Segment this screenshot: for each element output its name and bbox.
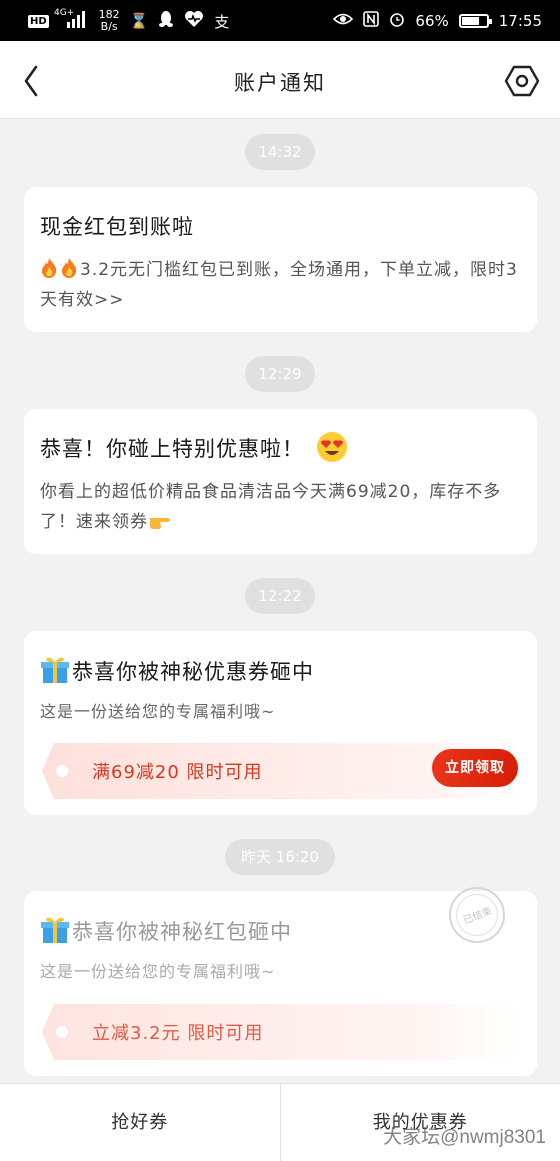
pointing-hand-icon [150, 518, 170, 529]
fire-icon [60, 257, 78, 279]
card-title-text: 恭喜你被神秘优惠券砸中 [72, 660, 314, 684]
card-title: 现金红包到账啦 [40, 215, 194, 239]
page-title: 账户通知 [234, 71, 326, 95]
health-heart-icon [184, 10, 204, 32]
speed-unit: B/s [100, 20, 118, 33]
nav-bar: 账户通知 [0, 41, 560, 119]
message-time: 昨天 16:20 [225, 839, 335, 875]
heart-eyes-emoji-icon [316, 432, 347, 462]
claim-coupon-button[interactable]: 立即领取 [432, 749, 518, 787]
qq-icon [158, 10, 174, 32]
coupon-card[interactable]: 恭喜你被神秘优惠券砸中 这是一份送给您的专属福利哦~ 满69减20 限时可用 立… [24, 631, 537, 815]
message-time: 12:22 [245, 578, 315, 614]
settings-hexagon-icon [504, 65, 540, 97]
notification-card[interactable]: 现金红包到账啦 3.2元无门槛红包已到账，全场通用，下单立减，限时3天有效>> [24, 187, 537, 332]
network-type: 4G+ [54, 8, 75, 18]
card-body: 你看上的超低价精品食品清洁品今天满69减20，库存不多了！速来领券 [40, 477, 519, 537]
card-title-text: 恭喜你被神秘红包砸中 [72, 920, 292, 944]
tab-grab-coupons[interactable]: 抢好券 [0, 1084, 280, 1161]
card-title: 恭喜你被神秘优惠券砸中 [40, 655, 314, 686]
coupon-hole [56, 1026, 68, 1038]
network-speed: 182 B/s [99, 9, 120, 33]
notification-card[interactable]: 恭喜！你碰上特别优惠啦！ 你看上的超低价精品食品清洁品今天满69减20，库存不多… [24, 409, 537, 554]
nfc-icon [363, 11, 380, 31]
eye-icon [333, 12, 354, 30]
message-time: 12:29 [245, 356, 315, 392]
card-body: 3.2元无门槛红包已到账，全场通用，下单立减，限时3天有效>> [40, 255, 519, 315]
coupon-card-expired[interactable]: 已结束 恭喜你被神秘红包砸中 这是一份送给您的专属福利哦~ 立减3.2元 限时可… [24, 887, 537, 1076]
card-body-text: 你看上的超低价精品食品清洁品今天满69减20，库存不多了！速来领券 [40, 482, 502, 532]
hourglass-icon: ⌛ [129, 12, 149, 30]
battery-fill [461, 17, 479, 25]
clock: 17:55 [498, 12, 542, 30]
signal-icon: 4G+ [54, 9, 89, 32]
card-title-text: 恭喜！你碰上特别优惠啦！ [40, 437, 304, 461]
coupon-strip: 满69减20 限时可用 立即领取 [42, 743, 518, 799]
expired-stamp: 已结束 [449, 887, 505, 943]
coupon-text: 立减3.2元 限时可用 [92, 1023, 264, 1044]
alarm-icon [389, 11, 405, 31]
watermark: 大家坛@nwmj8301 [383, 1127, 546, 1148]
coupon-hole [56, 765, 68, 777]
gift-icon [41, 917, 69, 943]
alipay-icon: 支 [214, 12, 230, 31]
battery-percent: 66% [415, 12, 449, 30]
card-title: 恭喜！你碰上特别优惠啦！ [40, 431, 348, 463]
card-title: 恭喜你被神秘红包砸中 [40, 915, 292, 946]
gift-icon [41, 657, 69, 683]
card-body-text: 3.2元无门槛红包已到账，全场通用，下单立减，限时3天有效>> [40, 260, 518, 310]
card-body: 这是一份送给您的专属福利哦~ [40, 962, 276, 981]
settings-button[interactable] [502, 61, 542, 101]
coupon-strip: 立减3.2元 限时可用 [42, 1004, 518, 1060]
card-body: 这是一份送给您的专属福利哦~ [40, 702, 276, 721]
message-time: 14:32 [245, 134, 315, 170]
battery-icon [458, 14, 492, 28]
coupon-text: 满69减20 限时可用 [92, 762, 263, 783]
fire-icon [40, 257, 58, 279]
hd-badge: HD [28, 14, 49, 28]
status-bar: HD 4G+ 182 B/s ⌛ 支 66% 17:55 [0, 0, 560, 41]
